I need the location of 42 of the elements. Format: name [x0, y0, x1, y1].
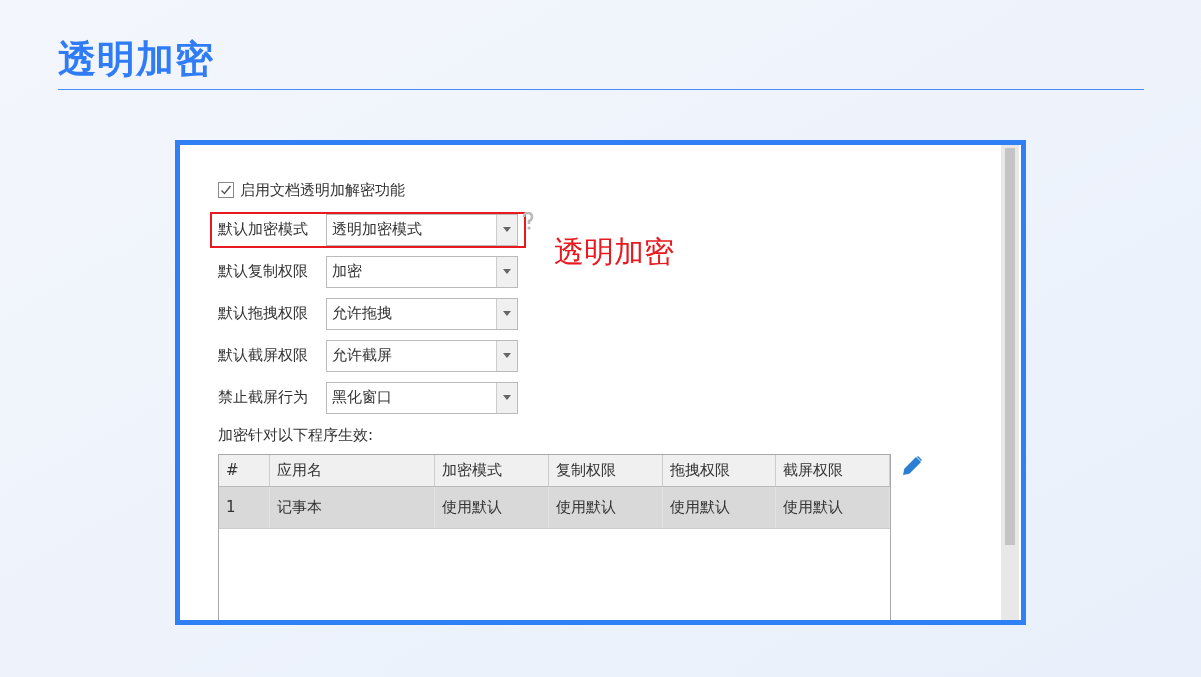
setting-label: 默认拖拽权限: [218, 303, 309, 325]
table-row[interactable]: 1 记事本 使用默认 使用默认 使用默认 使用默认: [219, 487, 890, 529]
column-header[interactable]: 截屏权限: [776, 455, 890, 486]
check-icon: [220, 184, 232, 197]
dropdown-arrow-icon: [503, 269, 511, 274]
help-icon[interactable]: [522, 211, 534, 230]
column-header[interactable]: 加密模式: [435, 455, 549, 486]
column-header[interactable]: #: [219, 455, 270, 486]
dropdown[interactable]: 允许截屏: [326, 339, 518, 372]
table-caption: 加密针对以下程序生效:: [217, 424, 375, 446]
table-cell: 使用默认: [435, 487, 549, 528]
checkbox-label: 启用文档透明加解密功能: [240, 180, 405, 201]
slide-title: 透明加密: [58, 36, 215, 83]
table-cell: 使用默认: [776, 487, 890, 528]
table-cell: 记事本: [269, 487, 436, 528]
setting-label: 默认复制权限: [218, 261, 309, 283]
table-cell: 使用默认: [662, 487, 777, 528]
dropdown[interactable]: 黑化窗口: [326, 381, 518, 414]
checkbox[interactable]: [218, 182, 234, 199]
scrollbar[interactable]: [1001, 145, 1019, 620]
dropdown[interactable]: 允许拖拽: [326, 297, 518, 330]
annotation-text: 透明加密: [554, 232, 674, 271]
dropdown-value: 允许拖拽: [331, 303, 393, 325]
setting-label: 禁止截屏行为: [218, 387, 309, 409]
dropdown-arrow-icon: [503, 311, 511, 316]
setting-label: 默认截屏权限: [218, 345, 309, 367]
dropdown-arrow-icon: [503, 227, 511, 232]
dropdown-arrow-icon: [503, 395, 511, 400]
column-header[interactable]: 复制权限: [549, 455, 663, 486]
table-cell: 使用默认: [549, 487, 663, 528]
table-cell: 1: [219, 487, 270, 528]
dropdown[interactable]: 加密: [326, 255, 518, 288]
dropdown-value: 黑化窗口: [331, 387, 393, 409]
edit-icon[interactable]: [901, 455, 923, 477]
dropdown-value: 允许截屏: [331, 345, 393, 367]
column-header[interactable]: 应用名: [269, 455, 436, 486]
dropdown-arrow-icon: [503, 353, 511, 358]
setting-label: 默认加密模式: [218, 219, 309, 241]
column-header[interactable]: 拖拽权限: [662, 455, 777, 486]
dropdown-value: 加密: [331, 261, 363, 283]
dropdown-value: 透明加密模式: [331, 219, 423, 241]
dropdown[interactable]: 透明加密模式: [326, 213, 518, 246]
